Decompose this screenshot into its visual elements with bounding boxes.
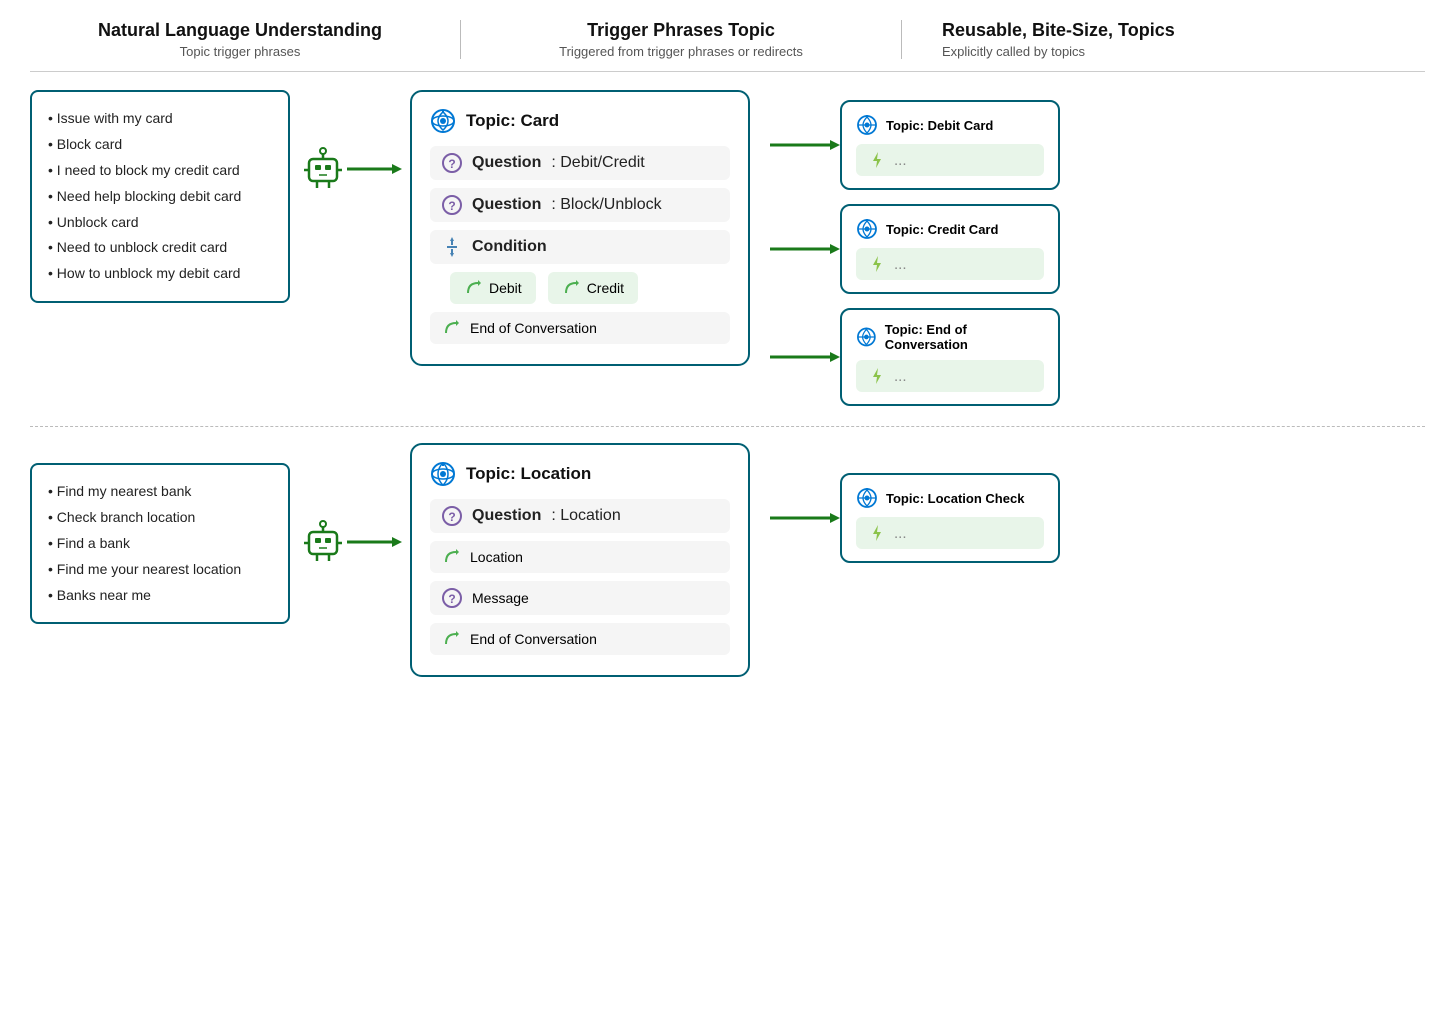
- question-location: ? Question: Location: [430, 499, 730, 533]
- question-block-unblock: ? Question: Block/Unblock: [430, 188, 730, 222]
- message-question: ? Message: [430, 581, 730, 615]
- svg-text:?: ?: [448, 510, 455, 524]
- reusable-credit-icon: [856, 218, 878, 240]
- col3-header-sub: Explicitly called by topics: [942, 44, 1425, 59]
- location-item-label: Location: [470, 549, 523, 565]
- reusable-location-check: Topic: Location Check ...: [770, 473, 1425, 563]
- redirect-icon-credit: [562, 279, 580, 297]
- branch-credit: Credit: [548, 272, 638, 304]
- phrase-item: • Block card: [48, 132, 272, 158]
- topic-location-box: Topic: Location ? Question: Location: [410, 443, 750, 677]
- bottom-nlu-box: • Find my nearest bank • Check branch lo…: [30, 443, 290, 624]
- condition-label: Condition: [472, 238, 547, 256]
- reusable-eoc-top-title: Topic: End of Conversation: [885, 322, 1044, 352]
- phrase-item-bottom: • Find a bank: [48, 531, 272, 557]
- top-nlu-box: • Issue with my card • Block card • I ne…: [30, 90, 290, 303]
- reusable-eoc-top-content: ...: [894, 368, 907, 385]
- lightning-icon-eoc: [868, 367, 886, 385]
- reusable-top-col: Topic: Debit Card ...: [750, 90, 1425, 406]
- phrase-item-bottom: • Banks near me: [48, 583, 272, 609]
- topic-card-title: Topic: Card: [466, 111, 559, 131]
- robot-connector-top: [290, 90, 410, 193]
- reusable-credit-title: Topic: Credit Card: [886, 222, 998, 237]
- condition-icon: [442, 237, 462, 257]
- phrase-item-bottom: • Check branch location: [48, 505, 272, 531]
- reusable-loc-check-icon: [856, 487, 878, 509]
- reusable-credit-card: Topic: Credit Card ...: [770, 204, 1425, 294]
- svg-text:?: ?: [448, 592, 455, 606]
- redirect-icon-eoc: [442, 319, 460, 337]
- robot-icon-bottom: [299, 518, 347, 566]
- svg-text:?: ?: [448, 199, 455, 213]
- redirect-icon-eoc-bot: [442, 630, 460, 648]
- robot-icon-top: [299, 145, 347, 193]
- reusable-debit-card: Topic: Debit Card ...: [770, 100, 1425, 190]
- reusable-eoc-icon: [856, 326, 877, 348]
- phrase-item: • How to unblock my debit card: [48, 261, 272, 287]
- lightning-icon-debit: [868, 151, 886, 169]
- branch-debit: Debit: [450, 272, 536, 304]
- branch-debit-label: Debit: [489, 280, 522, 296]
- col3-header-main: Reusable, Bite-Size, Topics: [942, 20, 1425, 41]
- lightning-icon-loc: [868, 524, 886, 542]
- arrow-top: [347, 162, 402, 176]
- end-of-conversation-bottom: End of Conversation: [430, 623, 730, 655]
- section-divider: [30, 426, 1425, 427]
- col1-header-main: Natural Language Understanding: [30, 20, 450, 41]
- location-redirect: Location: [430, 541, 730, 573]
- arrow-to-credit: [770, 242, 840, 256]
- topic-location-title: Topic: Location: [466, 464, 591, 484]
- topic-card-box: Topic: Card ? Question: Debit/Credit ?: [410, 90, 750, 366]
- reusable-debit-title: Topic: Debit Card: [886, 118, 993, 133]
- reusable-debit-icon: [856, 114, 878, 136]
- redirect-icon-debit: [464, 279, 482, 297]
- phrase-item: • Need to unblock credit card: [48, 235, 272, 261]
- end-conversation-label-top: End of Conversation: [470, 320, 597, 336]
- phrase-item-bottom: • Find me your nearest location: [48, 557, 272, 583]
- arrow-to-location-check: [770, 511, 840, 525]
- reusable-credit-content: ...: [894, 256, 907, 273]
- redirect-icon-loc: [442, 548, 460, 566]
- phrase-item: • I need to block my credit card: [48, 158, 272, 184]
- phrase-item: • Need help blocking debit card: [48, 184, 272, 210]
- branch-credit-label: Credit: [587, 280, 624, 296]
- svg-text:?: ?: [448, 157, 455, 171]
- branch-row: Debit Credit: [450, 272, 730, 304]
- lightning-icon-credit: [868, 255, 886, 273]
- reusable-debit-content: ...: [894, 152, 907, 169]
- topic-location-icon: [430, 461, 456, 487]
- question-debit-credit: ? Question: Debit/Credit: [430, 146, 730, 180]
- col1-header-sub: Topic trigger phrases: [30, 44, 450, 59]
- message-label: Message: [472, 590, 529, 606]
- robot-connector-bottom: [290, 443, 410, 566]
- question-icon-msg: ?: [442, 588, 462, 608]
- reusable-loc-check-content: ...: [894, 525, 907, 542]
- question-icon: ?: [442, 153, 462, 173]
- condition-item: Condition: [430, 230, 730, 264]
- end-of-conversation-top: End of Conversation: [430, 312, 730, 344]
- arrow-to-debit: [770, 138, 840, 152]
- topic-card-icon: [430, 108, 456, 134]
- question-icon-2: ?: [442, 195, 462, 215]
- arrow-bottom: [347, 535, 402, 549]
- reusable-eoc-top: Topic: End of Conversation ...: [770, 308, 1425, 406]
- col2-header-main: Trigger Phrases Topic: [471, 20, 891, 41]
- reusable-bottom-col: Topic: Location Check ...: [750, 443, 1425, 577]
- end-conversation-label-bottom: End of Conversation: [470, 631, 597, 647]
- col2-header-sub: Triggered from trigger phrases or redire…: [471, 44, 891, 59]
- phrase-item-bottom: • Find my nearest bank: [48, 479, 272, 505]
- phrase-item: • Unblock card: [48, 210, 272, 236]
- phrase-item: • Issue with my card: [48, 106, 272, 132]
- reusable-loc-check-title: Topic: Location Check: [886, 491, 1024, 506]
- question-icon-loc: ?: [442, 506, 462, 526]
- diagram-container: Natural Language Understanding Topic tri…: [0, 0, 1455, 1016]
- arrow-to-eoc-top: [770, 350, 840, 364]
